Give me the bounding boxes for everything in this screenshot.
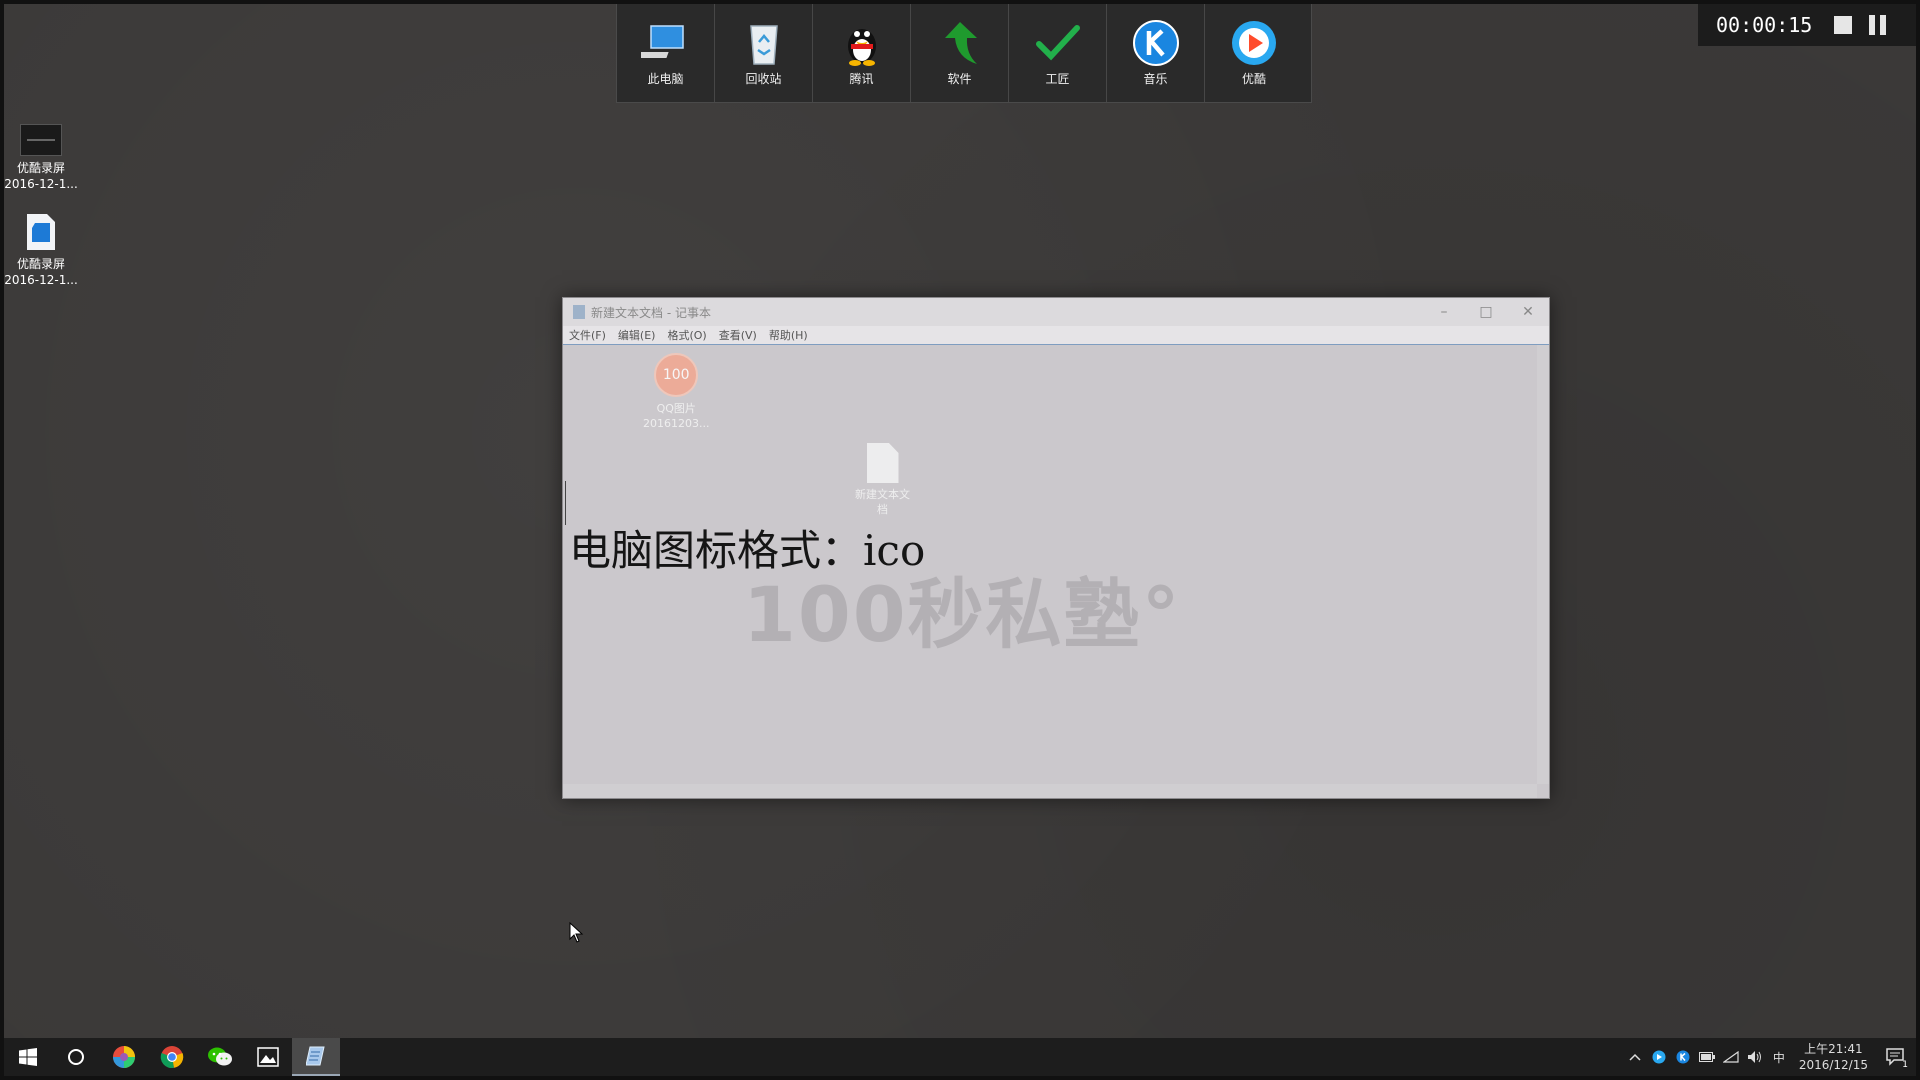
menu-bar: 文件(F) 编辑(E) 格式(O) 查看(V) 帮助(H): [563, 326, 1549, 345]
cortana-search-icon: [68, 1049, 84, 1065]
text-file-icon: [866, 443, 899, 483]
kugou-tray-icon: [1676, 1050, 1690, 1064]
green-arrow-icon: [944, 22, 977, 64]
tray-battery[interactable]: [1695, 1052, 1719, 1062]
dock-label: 腾讯: [849, 72, 874, 86]
clock-time: 上午21:41: [1804, 1042, 1863, 1056]
taskbar-app-chrome[interactable]: [148, 1038, 196, 1076]
video-file-icon: [27, 214, 55, 250]
desktop: 此电脑 回收站 腾讯 软件 工匠 音乐 优酷 00:00:15 优酷录屏 201…: [0, 0, 1920, 1080]
dock-label: 工匠: [1045, 72, 1070, 86]
tray-volume[interactable]: [1743, 1050, 1767, 1064]
computer-icon: [640, 25, 684, 58]
input-method-button[interactable]: 中: [1767, 1049, 1791, 1066]
desktop-icon-label: 优酷录屏: [16, 257, 65, 271]
kugou-music-icon: [1132, 20, 1179, 66]
taskbar-app-notepad[interactable]: [292, 1038, 340, 1076]
dock-item-this-pc[interactable]: 此电脑: [617, 4, 715, 102]
notification-count: 1: [1902, 1060, 1908, 1070]
horizontal-scrollbar[interactable]: [563, 784, 1537, 798]
menu-view[interactable]: 查看(V): [713, 327, 763, 343]
tray-youku[interactable]: [1647, 1050, 1671, 1064]
dock-label: 音乐: [1143, 72, 1168, 86]
window-title: 新建文本文档 - 记事本: [591, 305, 711, 320]
show-hidden-icons-button[interactable]: [1623, 1053, 1647, 1061]
taskbar-app-wechat[interactable]: [196, 1038, 244, 1076]
dock-item-tencent[interactable]: 腾讯: [813, 4, 911, 102]
speaker-icon: [1747, 1051, 1761, 1063]
maximize-button[interactable]: □: [1465, 304, 1507, 320]
pause-recording-button[interactable]: [1860, 10, 1894, 40]
checkmark-icon: [1035, 25, 1080, 61]
dock-item-music[interactable]: 音乐: [1107, 4, 1205, 102]
overlay-icon-text-file[interactable]: 新建文本文 档: [855, 443, 910, 517]
video-thumbnail-icon: [20, 124, 62, 156]
chrome-icon: [160, 1046, 184, 1069]
overlay-icon-sublabel: 档: [877, 503, 888, 516]
dock-item-recycle-bin[interactable]: 回收站: [715, 4, 813, 102]
action-center-button[interactable]: 1: [1876, 1038, 1916, 1076]
desktop-icon-sublabel: 2016-12-1...: [4, 177, 78, 191]
vertical-scrollbar[interactable]: [1537, 345, 1549, 784]
desktop-icon-label: 优酷录屏: [16, 161, 65, 175]
menu-help[interactable]: 帮助(H): [763, 327, 814, 343]
battery-icon: [1698, 1052, 1715, 1062]
start-icon: [19, 1048, 37, 1066]
watermark: 100秒私塾°: [743, 570, 1182, 659]
pause-icon: [1868, 15, 1886, 35]
youku-play-icon: [1232, 21, 1276, 65]
overlay-icon-label: QQ图片: [656, 402, 696, 415]
dock-item-youku[interactable]: 优酷: [1205, 4, 1303, 102]
desktop-icon-recording-2[interactable]: 优酷录屏 2016-12-1...: [4, 212, 78, 288]
taskbar-app-photos[interactable]: [244, 1038, 292, 1076]
dock-label: 优酷: [1241, 72, 1266, 86]
overlay-icon-qq-image[interactable]: 100 QQ图片 20161203...: [643, 353, 709, 431]
menu-file[interactable]: 文件(F): [563, 327, 612, 343]
clock[interactable]: 上午21:41 2016/12/15: [1799, 1041, 1868, 1073]
recycle-bin-icon: [749, 25, 778, 65]
top-dock: 此电脑 回收站 腾讯 软件 工匠 音乐 优酷: [616, 4, 1312, 103]
tray-network[interactable]: [1719, 1051, 1743, 1063]
menu-edit[interactable]: 编辑(E): [612, 327, 662, 343]
dock-item-craftsman[interactable]: 工匠: [1009, 4, 1107, 102]
desktop-icon-sublabel: 2016-12-1...: [4, 273, 78, 287]
dock-label: 软件: [947, 72, 972, 86]
mouse-pointer-icon: [569, 922, 584, 943]
window-titlebar[interactable]: 新建文本文档 - 记事本 – □ ✕: [563, 298, 1549, 326]
overlay-icon-label: 新建文本文: [855, 488, 910, 501]
image-badge-icon: 100: [654, 353, 699, 397]
screen-recorder-bar: 00:00:15: [1698, 4, 1916, 46]
chevron-up-icon: [1629, 1053, 1641, 1061]
taskbar-app-color-browser[interactable]: [100, 1038, 148, 1076]
clock-date: 2016/12/15: [1798, 1058, 1868, 1072]
youku-tray-icon: [1652, 1050, 1666, 1064]
desktop-icon-recording-1[interactable]: 优酷录屏 2016-12-1...: [4, 124, 78, 192]
dock-label: 回收站: [745, 72, 782, 86]
text-editor-area[interactable]: 100 QQ图片 20161203... 新建文本文 档 电脑图标格式：ico …: [563, 345, 1549, 798]
dock-item-software[interactable]: 软件: [911, 4, 1009, 102]
dock-label: 此电脑: [647, 72, 684, 86]
tray-kugou[interactable]: [1671, 1050, 1695, 1064]
wechat-icon: [208, 1047, 232, 1066]
text-caret: [565, 481, 566, 525]
menu-format[interactable]: 格式(O): [661, 327, 712, 343]
notepad-icon: [306, 1046, 325, 1066]
recording-timer: 00:00:15: [1716, 13, 1813, 37]
stop-recording-button[interactable]: [1826, 10, 1860, 40]
overlay-icon-sublabel: 20161203...: [643, 417, 710, 430]
color-browser-icon: [113, 1046, 135, 1068]
minimize-button[interactable]: –: [1423, 304, 1465, 320]
system-tray: 中 上午21:41 2016/12/15 1: [1623, 1038, 1916, 1076]
close-button[interactable]: ✕: [1507, 304, 1549, 320]
search-button[interactable]: [52, 1038, 100, 1076]
start-button[interactable]: [4, 1038, 52, 1076]
wifi-icon: [1722, 1051, 1739, 1063]
photos-icon: [257, 1047, 279, 1067]
stop-icon: [1834, 16, 1852, 34]
taskbar: 中 上午21:41 2016/12/15 1: [4, 1038, 1916, 1076]
notepad-window: 新建文本文档 - 记事本 – □ ✕ 文件(F) 编辑(E) 格式(O) 查看(…: [562, 297, 1550, 799]
notepad-app-icon: [573, 305, 585, 319]
qq-penguin-icon: [847, 29, 876, 66]
